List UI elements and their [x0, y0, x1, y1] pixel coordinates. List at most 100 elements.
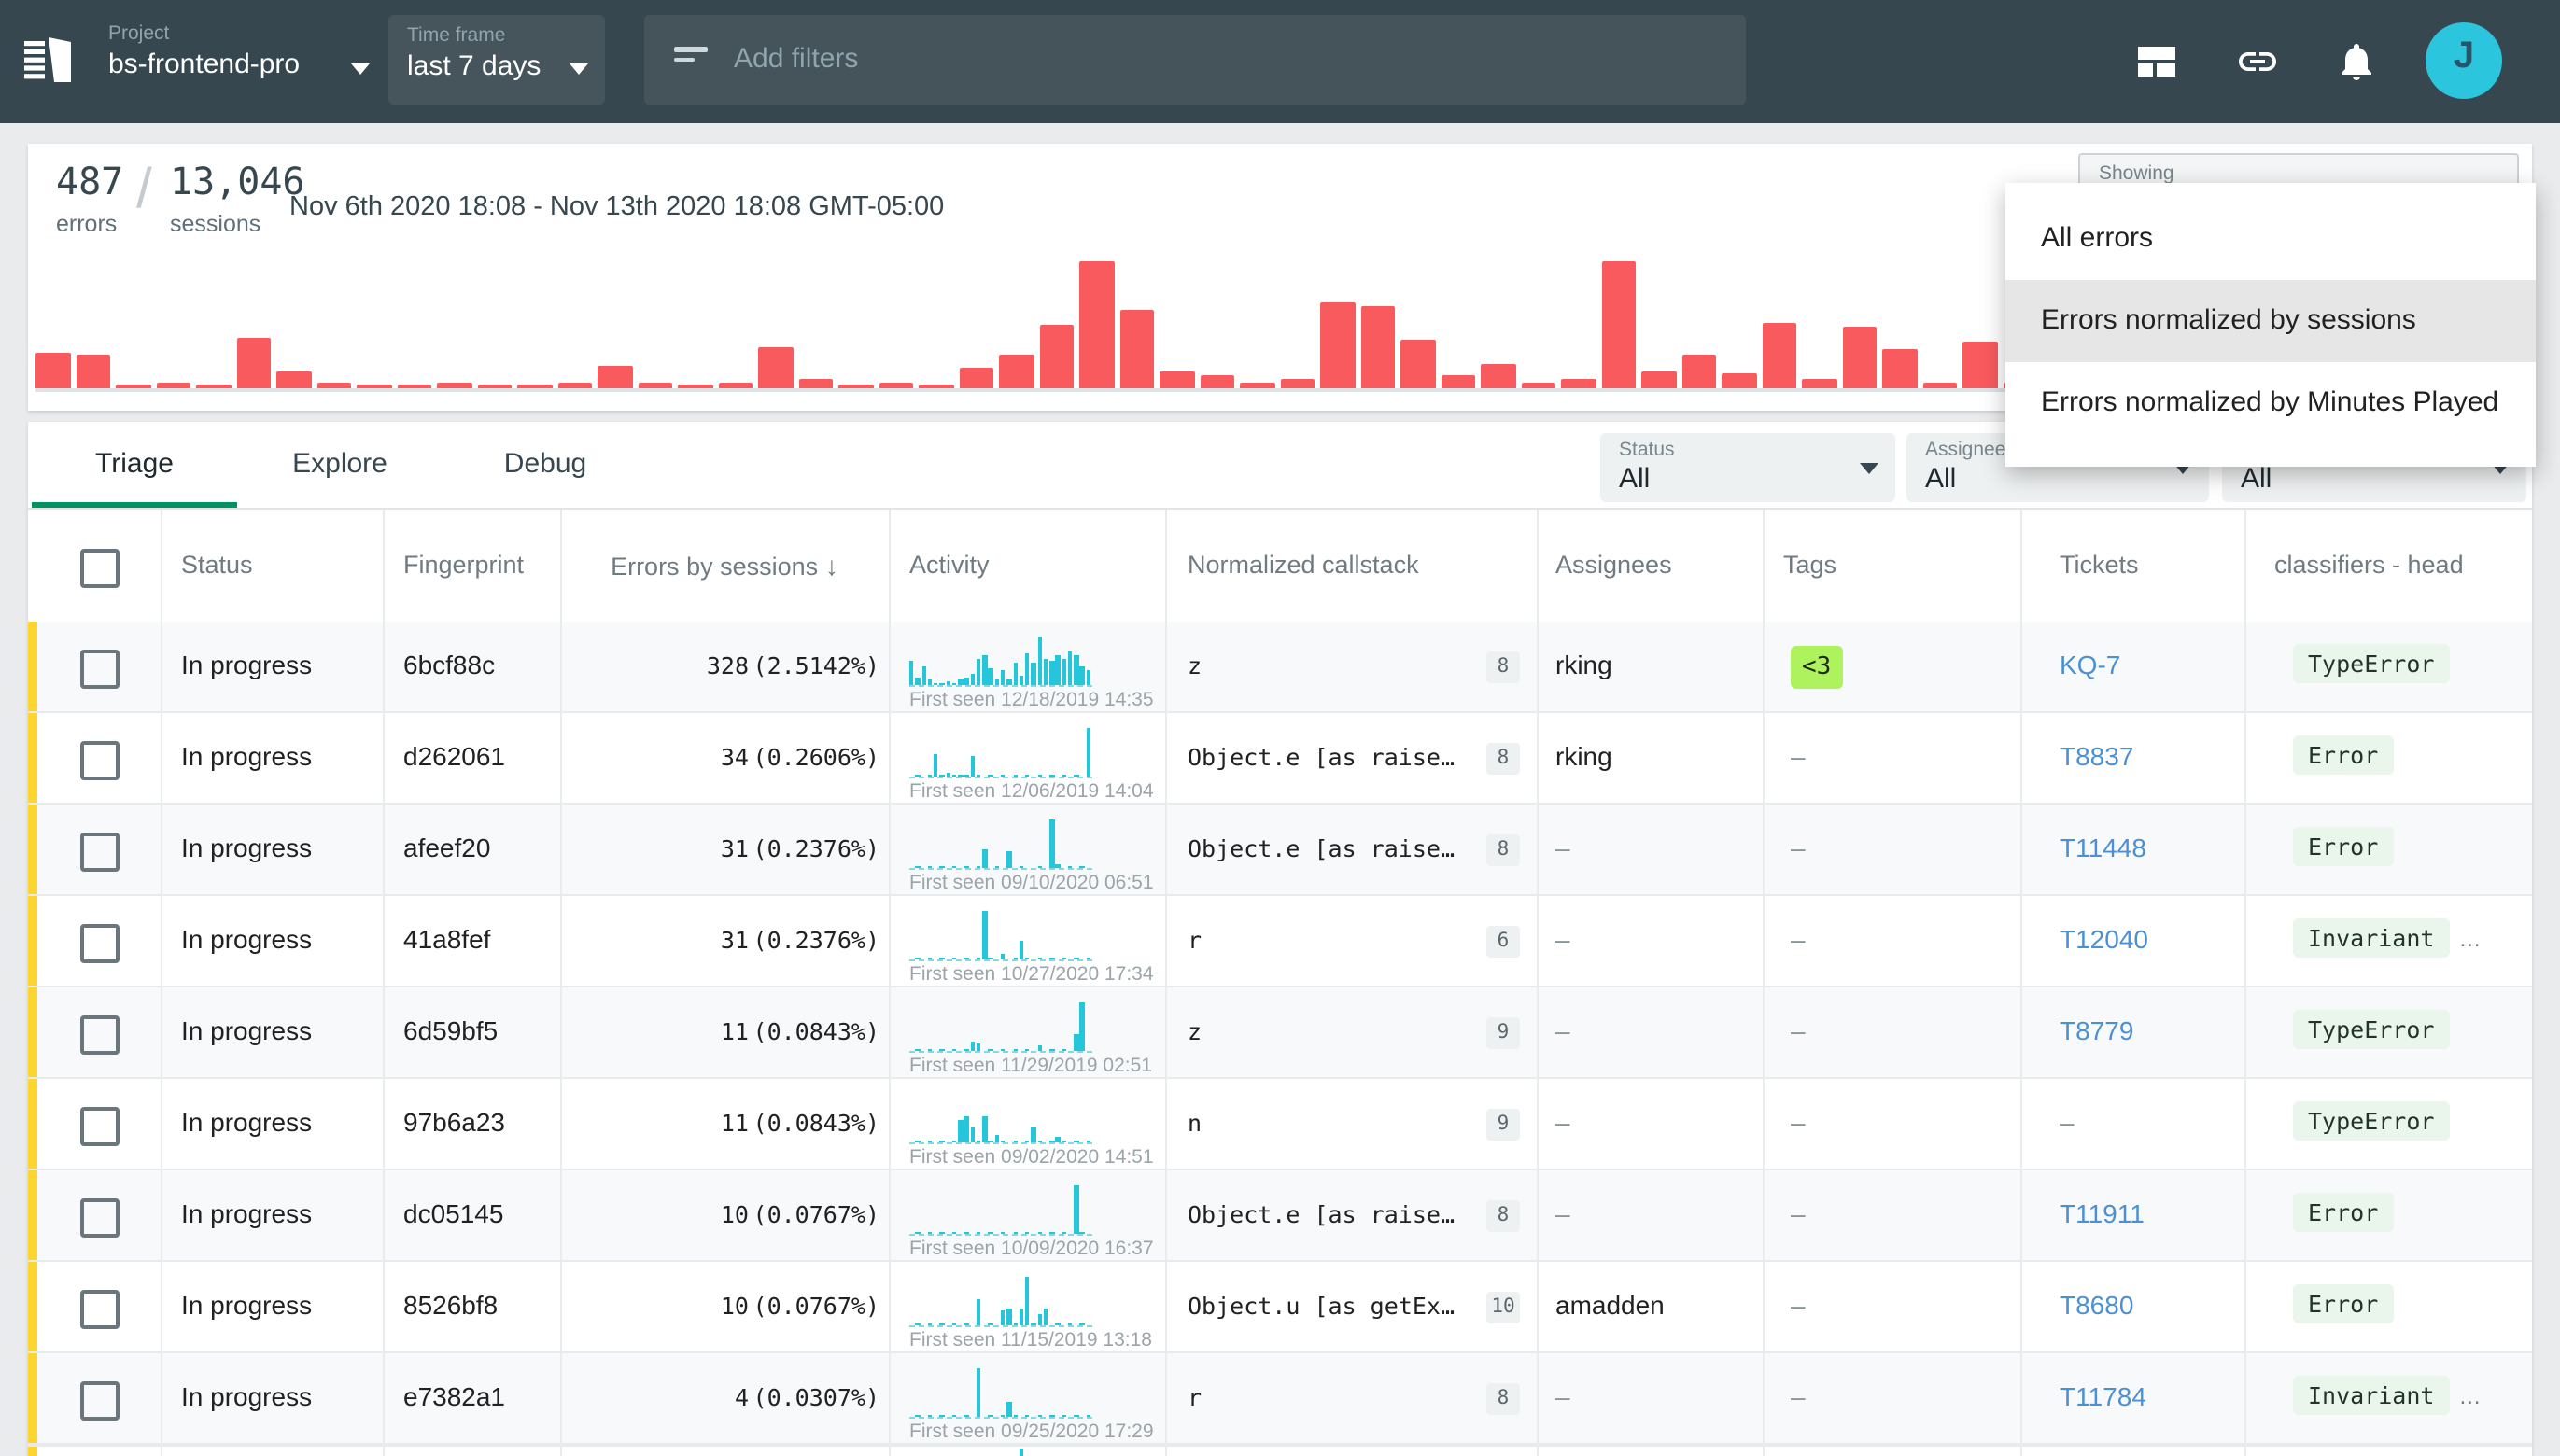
fingerprint-cell[interactable]: afeef20: [403, 833, 490, 862]
callstack-cell[interactable]: r: [1188, 926, 1202, 954]
histogram-bar[interactable]: [1882, 349, 1918, 388]
histogram-bar[interactable]: [357, 385, 392, 388]
callstack-cell[interactable]: Object.u [as getExn]: [1188, 1292, 1468, 1320]
histogram-bar[interactable]: [156, 384, 191, 388]
histogram-bar[interactable]: [999, 354, 1034, 388]
timeframe-selector[interactable]: Time frame last 7 days: [388, 15, 605, 105]
callstack-cell[interactable]: z: [1188, 1017, 1202, 1045]
callstack-cell[interactable]: Object.e [as raiseErro…: [1188, 743, 1468, 771]
ticket-link[interactable]: T8837: [2060, 741, 2133, 771]
column-header-tickets[interactable]: Tickets: [2060, 510, 2139, 622]
histogram-bar[interactable]: [798, 378, 834, 388]
row-checkbox[interactable]: [80, 1198, 120, 1238]
table-row[interactable]: In progress6d59bf511(0.0843%)First seen …: [28, 987, 2532, 1079]
column-header-errors-by-sessions[interactable]: Errors by sessions ↓: [560, 510, 889, 622]
histogram-bar[interactable]: [196, 385, 232, 388]
histogram-bar[interactable]: [1762, 322, 1797, 388]
link-icon[interactable]: [2235, 39, 2280, 84]
histogram-bar[interactable]: [1521, 382, 1556, 388]
activity-sparkline[interactable]: [909, 726, 1092, 778]
fingerprint-cell[interactable]: 97b6a23: [403, 1107, 505, 1137]
ticket-link[interactable]: T11784: [2060, 1381, 2146, 1411]
table-row[interactable]: In progress8526bf810(0.0767%)First seen …: [28, 1262, 2532, 1353]
fingerprint-cell[interactable]: 8526bf8: [403, 1290, 498, 1320]
select-all-checkbox[interactable]: [80, 549, 120, 588]
fingerprint-cell[interactable]: d262061: [403, 741, 505, 771]
row-checkbox[interactable]: [80, 650, 120, 689]
histogram-bar[interactable]: [1962, 342, 1998, 388]
showing-option-errors-normalized-by-sessions[interactable]: Errors normalized by sessions: [2005, 280, 2536, 362]
tab-triage[interactable]: Triage: [32, 422, 237, 508]
layout-icon[interactable]: [2134, 39, 2179, 84]
ticket-link[interactable]: T12040: [2060, 924, 2148, 954]
row-checkbox[interactable]: [80, 1290, 120, 1329]
filter-select-status[interactable]: StatusAll: [1600, 433, 1895, 502]
row-checkbox[interactable]: [80, 1015, 120, 1055]
ticket-link[interactable]: T11448: [2060, 833, 2146, 862]
histogram-bar[interactable]: [678, 385, 713, 388]
ticket-link[interactable]: T8779: [2060, 1015, 2133, 1045]
column-header-normalized-callstack[interactable]: Normalized callstack: [1188, 510, 1419, 622]
showing-option-all-errors[interactable]: All errors: [2005, 198, 2536, 280]
histogram-bar[interactable]: [1200, 375, 1235, 388]
histogram-bar[interactable]: [838, 385, 874, 388]
row-checkbox[interactable]: [80, 833, 120, 872]
histogram-bar[interactable]: [557, 384, 593, 388]
table-row[interactable]: In progressd26206134(0.2606%)First seen …: [28, 713, 2532, 805]
histogram-bar[interactable]: [1842, 326, 1878, 388]
callstack-cell[interactable]: Object.e [as raiseErro…: [1188, 834, 1468, 862]
activity-sparkline[interactable]: [909, 1275, 1092, 1327]
histogram-bar[interactable]: [879, 384, 914, 388]
activity-sparkline[interactable]: [909, 635, 1092, 687]
activity-sparkline[interactable]: [909, 1001, 1092, 1053]
histogram-bar[interactable]: [1039, 325, 1075, 388]
histogram-bar[interactable]: [35, 353, 71, 388]
project-selector[interactable]: Project bs-frontend-pro: [108, 22, 370, 101]
backtrace-logo-icon[interactable]: [22, 34, 78, 90]
row-checkbox[interactable]: [80, 924, 120, 963]
add-filters-input[interactable]: Add filters: [644, 15, 1746, 105]
column-header-status[interactable]: Status: [181, 510, 253, 622]
histogram-bar[interactable]: [1160, 371, 1195, 388]
histogram-bar[interactable]: [76, 356, 111, 388]
column-header-classifiers-head[interactable]: classifiers - head: [2274, 510, 2464, 622]
tab-debug[interactable]: Debug: [443, 422, 648, 508]
histogram-bar[interactable]: [1601, 261, 1637, 388]
histogram-bar[interactable]: [638, 384, 673, 388]
histogram-bar[interactable]: [437, 384, 472, 388]
histogram-bar[interactable]: [397, 385, 432, 388]
histogram-bar[interactable]: [1641, 371, 1677, 388]
table-row[interactable]: In progressafeef2031(0.2376%)First seen …: [28, 805, 2532, 896]
histogram-bar[interactable]: [718, 384, 753, 388]
histogram-bar[interactable]: [477, 385, 513, 388]
column-header-fingerprint[interactable]: Fingerprint: [403, 510, 524, 622]
activity-sparkline[interactable]: [909, 909, 1092, 961]
histogram-bar[interactable]: [1320, 302, 1356, 388]
histogram-bar[interactable]: [1119, 310, 1155, 388]
bell-icon[interactable]: [2334, 39, 2379, 84]
tab-explore[interactable]: Explore: [237, 422, 443, 508]
histogram-bar[interactable]: [1400, 340, 1436, 388]
histogram-bar[interactable]: [1481, 364, 1516, 388]
callstack-cell[interactable]: Object.e [as raiseErro…: [1188, 1200, 1468, 1228]
fingerprint-cell[interactable]: 41a8fef: [403, 924, 490, 954]
histogram-bar[interactable]: [116, 385, 151, 388]
callstack-cell[interactable]: n: [1188, 1109, 1202, 1137]
fingerprint-cell[interactable]: e7382a1: [403, 1381, 505, 1411]
histogram-bar[interactable]: [1441, 375, 1476, 388]
histogram-bar[interactable]: [316, 384, 352, 388]
histogram-bar[interactable]: [1360, 306, 1396, 388]
ticket-link[interactable]: T8680: [2060, 1290, 2133, 1320]
histogram-bar[interactable]: [1722, 373, 1757, 388]
ticket-link[interactable]: KQ-7: [2060, 650, 2120, 679]
histogram-bar[interactable]: [1079, 261, 1115, 388]
fingerprint-cell[interactable]: 6bcf88c: [403, 650, 495, 679]
row-checkbox[interactable]: [80, 741, 120, 780]
histogram-bar[interactable]: [1280, 378, 1315, 388]
user-avatar[interactable]: J: [2426, 22, 2502, 99]
table-row[interactable]: In progress97b6a2311(0.0843%)First seen …: [28, 1079, 2532, 1170]
fingerprint-cell[interactable]: 6d59bf5: [403, 1015, 498, 1045]
activity-sparkline[interactable]: [909, 818, 1092, 870]
ticket-link[interactable]: T11911: [2060, 1198, 2145, 1228]
histogram-bar[interactable]: [919, 385, 954, 388]
